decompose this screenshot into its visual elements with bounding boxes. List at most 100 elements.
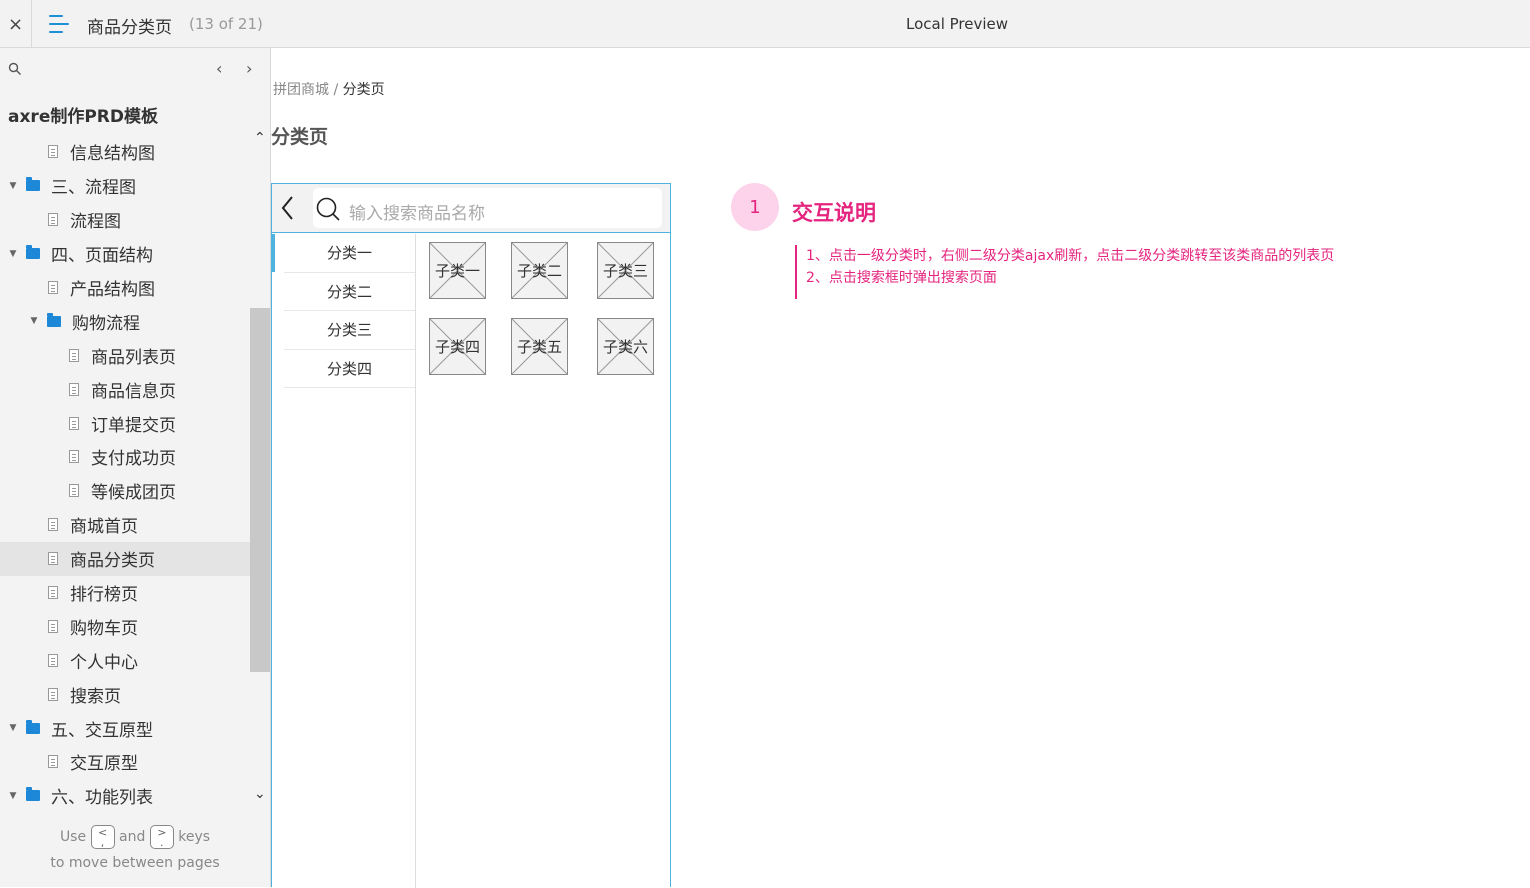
top-bar: × 商品分类页 (13 of 21) Local Preview: [0, 0, 1530, 48]
next-key-icon: >.: [149, 825, 174, 849]
project-title: axre制作PRD模板: [8, 107, 159, 127]
tree-item-label: 支付成功页: [91, 449, 176, 470]
page-icon: [48, 213, 58, 227]
tree-item-label: 个人中心: [70, 652, 138, 673]
page-icon: [48, 586, 58, 600]
tree-page[interactable]: 等候成团页: [0, 474, 250, 508]
tree-page[interactable]: 商城首页: [0, 508, 250, 542]
page-icon: [69, 450, 79, 464]
subcategory-tile[interactable]: 子类四: [429, 318, 486, 375]
tree-folder[interactable]: ▼ 三、流程图: [0, 169, 250, 203]
tree-page[interactable]: 商品分类页: [0, 541, 250, 576]
back-arrow-icon[interactable]: [280, 195, 296, 223]
annotation-body: 1、点击一级分类时，右侧二级分类ajax刷新，点击二级分类跳转至该类商品的列表页…: [795, 245, 1334, 299]
prev-page-button[interactable]: ‹: [216, 59, 222, 78]
search-icon[interactable]: [8, 62, 22, 76]
page-icon: [69, 416, 79, 430]
phone-mockup: 输入搜索商品名称 分类一 分类二 分类三 分类四 子类一 子类二 子类三子类四 子类五 子类六: [271, 183, 671, 888]
caret-down-icon[interactable]: ▼: [8, 723, 18, 733]
search-input[interactable]: 输入搜索商品名称: [313, 188, 662, 228]
tree-page[interactable]: 订单提交页: [0, 406, 250, 440]
folder-icon: [26, 719, 40, 734]
annotation-line-2: 2、点击搜索框时弹出搜索页面: [806, 270, 997, 286]
tree-page[interactable]: 商品列表页: [0, 338, 250, 372]
tree-item-label: 等候成团页: [91, 483, 176, 504]
category-item[interactable]: 分类一: [272, 234, 415, 273]
subcategory-tile[interactable]: 子类五: [511, 318, 568, 375]
scroll-down-icon[interactable]: ⌄: [254, 786, 266, 802]
breadcrumb: 拼团商城 / 分类页: [273, 79, 385, 99]
tree-item-label: 商品分类页: [70, 551, 155, 572]
tree-folder[interactable]: ▼ 购物流程: [0, 304, 250, 338]
caret-down-icon[interactable]: ▼: [8, 791, 18, 801]
tree-folder[interactable]: ▼ 四、页面结构: [0, 237, 250, 271]
tree-item-label: 信息结构图: [70, 144, 155, 165]
subcategory-label: 子类二: [516, 262, 562, 280]
category-item[interactable]: 分类三: [284, 311, 415, 350]
tree-page[interactable]: 购物车页: [0, 609, 250, 643]
scroll-up-icon[interactable]: ⌃: [254, 130, 266, 146]
hint-and: and: [119, 829, 146, 845]
subcategory-tile[interactable]: 子类二: [511, 242, 568, 299]
phone-header: 输入搜索商品名称: [272, 184, 670, 233]
breadcrumb-current: 分类页: [342, 82, 385, 98]
tree-item-label: 三、流程图: [51, 178, 136, 199]
tree-page[interactable]: 个人中心: [0, 643, 250, 677]
tree-item-label: 六、功能列表: [51, 788, 153, 809]
tree-item-label: 购物流程: [72, 313, 140, 334]
tree-folder[interactable]: ▼ 五、交互原型: [0, 711, 250, 745]
page-tree: 信息结构图 ▼ 三、流程图流程图 ▼ 四、页面结构产品结构图 ▼ 购物流程商品列表页 商品信息…: [0, 135, 250, 813]
tree-folder[interactable]: ▼ 六、功能列表: [0, 779, 250, 813]
caret-down-icon[interactable]: ▼: [29, 316, 39, 326]
tree-item-label: 交互原型: [70, 754, 138, 775]
subcategory-label: 子类五: [516, 338, 562, 356]
subcategory-label: 子类一: [434, 262, 480, 280]
folder-icon: [26, 787, 40, 802]
hint-line2: to move between pages: [50, 855, 220, 871]
tree-page[interactable]: 交互原型: [0, 745, 250, 779]
hint-keys: keys: [178, 829, 211, 845]
category-item[interactable]: 分类四: [284, 350, 415, 389]
search-placeholder: 输入搜索商品名称: [349, 204, 485, 224]
tree-item-label: 五、交互原型: [51, 720, 153, 741]
subcategory-tile[interactable]: 子类三: [597, 242, 654, 299]
tree-page[interactable]: 搜索页: [0, 677, 250, 711]
page-icon: [48, 552, 58, 566]
tree-item-label: 排行榜页: [70, 585, 138, 606]
tree-page[interactable]: 信息结构图: [0, 135, 250, 169]
tree-item-label: 产品结构图: [70, 280, 155, 300]
close-button[interactable]: ×: [0, 0, 32, 48]
folder-icon: [26, 177, 40, 192]
page-icon: [48, 755, 58, 769]
subcategory-label: 子类三: [602, 262, 648, 280]
caret-down-icon[interactable]: ▼: [8, 181, 18, 191]
tree-item-label: 流程图: [70, 212, 121, 233]
category-item[interactable]: 分类二: [284, 273, 415, 312]
hint-use: Use: [59, 829, 87, 845]
prev-key-icon: <,: [90, 825, 115, 849]
tree-page[interactable]: 流程图: [0, 203, 250, 237]
tree-page[interactable]: 排行榜页: [0, 576, 250, 610]
page-icon: [48, 687, 58, 701]
subcategory-label: 子类四: [434, 338, 480, 356]
subcategory-tile[interactable]: 子类一: [429, 242, 486, 299]
tree-page[interactable]: 商品信息页: [0, 372, 250, 406]
tree-item-label: 订单提交页: [91, 415, 176, 436]
subcategory-tile[interactable]: 子类六: [597, 318, 654, 375]
sidebar: ‹ › axre制作PRD模板 信息结构图 ▼ 三、流程图流程图 ▼ 四、页面结构产品结…: [0, 48, 271, 887]
page-icon: [48, 619, 58, 633]
menu-icon[interactable]: [49, 15, 69, 33]
page-icon: [48, 281, 58, 294]
tree-page[interactable]: 产品结构图: [0, 271, 250, 305]
tree-page[interactable]: 支付成功页: [0, 440, 250, 474]
page-icon: [69, 484, 79, 498]
page-icon: [48, 653, 58, 667]
folder-icon: [26, 245, 40, 260]
subcategory-label: 子类六: [602, 338, 648, 356]
keyboard-hint: Use <, and >. keys to move between pages: [0, 824, 270, 876]
breadcrumb-parent[interactable]: 拼团商城: [273, 82, 329, 98]
page-icon: [69, 348, 79, 362]
scrollbar-thumb[interactable]: [250, 308, 270, 672]
caret-down-icon[interactable]: ▼: [8, 249, 18, 259]
next-page-button[interactable]: ›: [246, 59, 252, 78]
